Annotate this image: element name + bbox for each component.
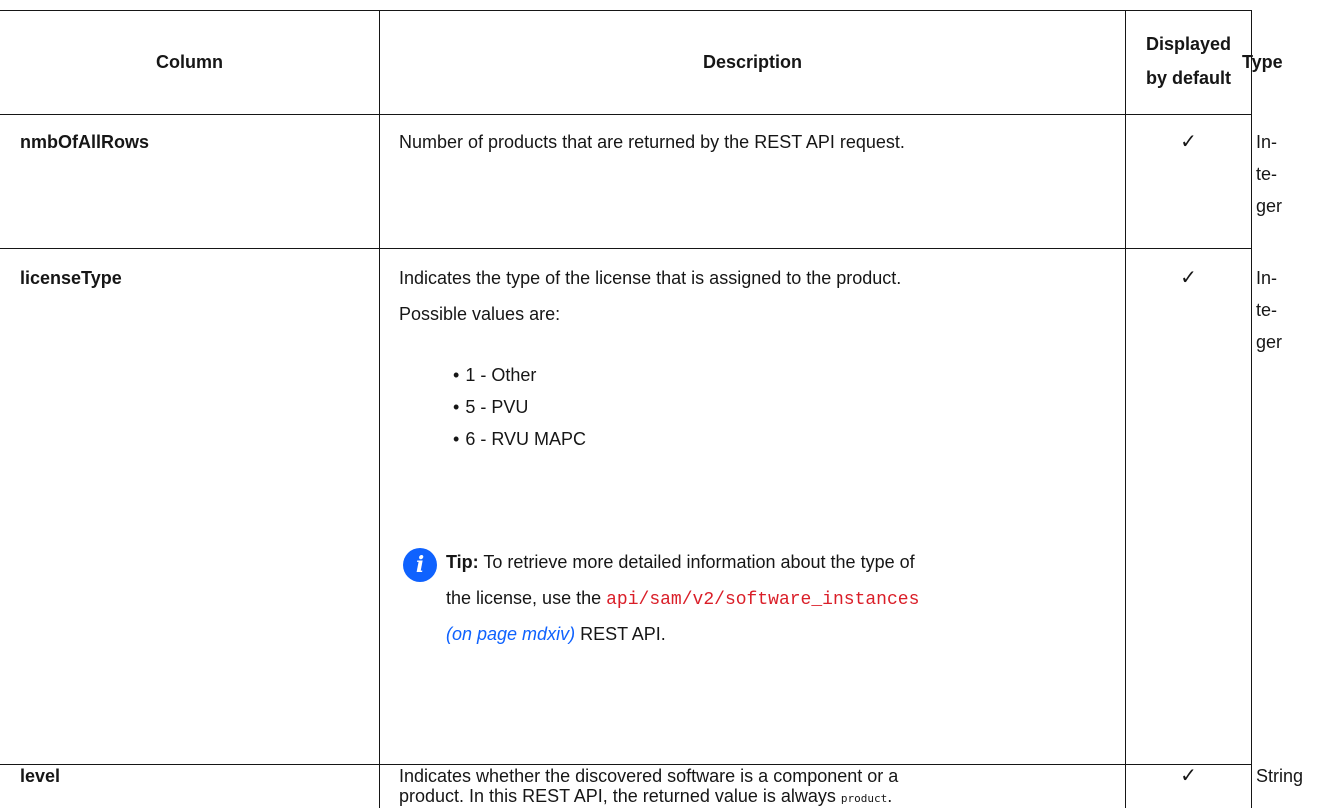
row1-displayed-check: ✓ [1180,131,1197,153]
row2-type-part1: In- [1256,268,1278,288]
row3-description-period: . [887,786,893,806]
header-column: Column [156,52,223,72]
tip-line2: the license, use the api/sam/v2/software… [446,582,1126,616]
header-displayed-line2: by default [1145,68,1231,88]
tip-text-line1: To retrieve more detailed information ab… [483,552,915,572]
tip-text-line2-prefix: the license, use the [446,588,602,608]
row2-description-line1: Indicates the type of the license that i… [399,268,902,288]
row1-type: In- te- ger [1256,126,1282,222]
page-reference-link[interactable]: (on page mdxiv) [446,624,575,644]
row1-type-part3: ger [1256,196,1283,216]
table-top-border [0,10,1252,11]
tip-label: Tip: [446,552,479,572]
row1-description: Number of products that are returned by … [399,132,905,152]
header-displayed-line1: Displayed [1145,34,1232,54]
row1-type-part1: In- [1256,132,1278,152]
row2-type-part3: ger [1256,332,1283,352]
list-item: 5 - PVU [453,391,586,423]
tip-text-suffix: REST API. [580,624,666,644]
row3-column-name: level [20,766,61,786]
license-type-values-list: 1 - Other 5 - PVU 6 - RVU MAPC [453,359,586,455]
row2-displayed-check: ✓ [1180,267,1197,289]
header-bottom-border [0,114,1252,115]
col-divider-1 [379,10,380,808]
row2-type-part2: te- [1256,300,1278,320]
row3-description-line1: Indicates whether the discovered softwar… [399,766,899,786]
row3-description-line2: product. In this REST API, the returned … [399,786,1119,809]
tip-line3: (on page mdxiv) REST API. [446,618,1126,650]
row1-type-part2: te- [1256,164,1278,184]
tip-line1: Tip: To retrieve more detailed informati… [446,546,1126,578]
row1-bottom-border [0,248,1252,249]
row2-type: In- te- ger [1256,262,1282,358]
row3-description-line2-prefix: product. In this REST API, the returned … [399,786,836,806]
header-description: Description [702,52,803,72]
product-code: product [840,792,888,805]
product-columns-table: Column Description Displayed by default … [0,0,1321,808]
api-path-code: api/sam/v2/software_instances [606,590,920,610]
list-item: 6 - RVU MAPC [453,423,586,455]
row2-column-name: licenseType [20,268,122,288]
row2-description-line2: Possible values are: [399,304,561,324]
list-item: 1 - Other [453,359,586,391]
col-divider-3 [1251,10,1252,808]
header-type: Type [1242,52,1283,72]
info-icon: i [403,548,437,582]
row1-column-name: nmbOfAllRows [20,132,149,152]
row3-displayed-check: ✓ [1180,765,1197,787]
row2-bottom-border [0,764,1252,765]
row3-type: String [1256,766,1304,786]
